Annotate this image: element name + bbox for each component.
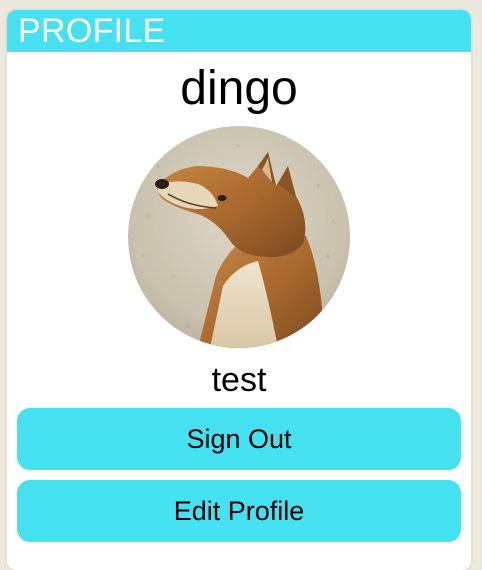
profile-username: dingo (180, 62, 298, 115)
profile-header: PROFILE (7, 10, 471, 52)
profile-subtitle: test (211, 361, 267, 399)
sign-out-button[interactable]: Sign Out (17, 408, 461, 470)
profile-card: PROFILE dingo test Sign Out Edit Profile (7, 10, 471, 570)
dingo-avatar-image (128, 126, 350, 348)
edit-profile-button[interactable]: Edit Profile (17, 480, 461, 542)
header-title: PROFILE (18, 12, 166, 50)
profile-avatar (128, 126, 350, 348)
